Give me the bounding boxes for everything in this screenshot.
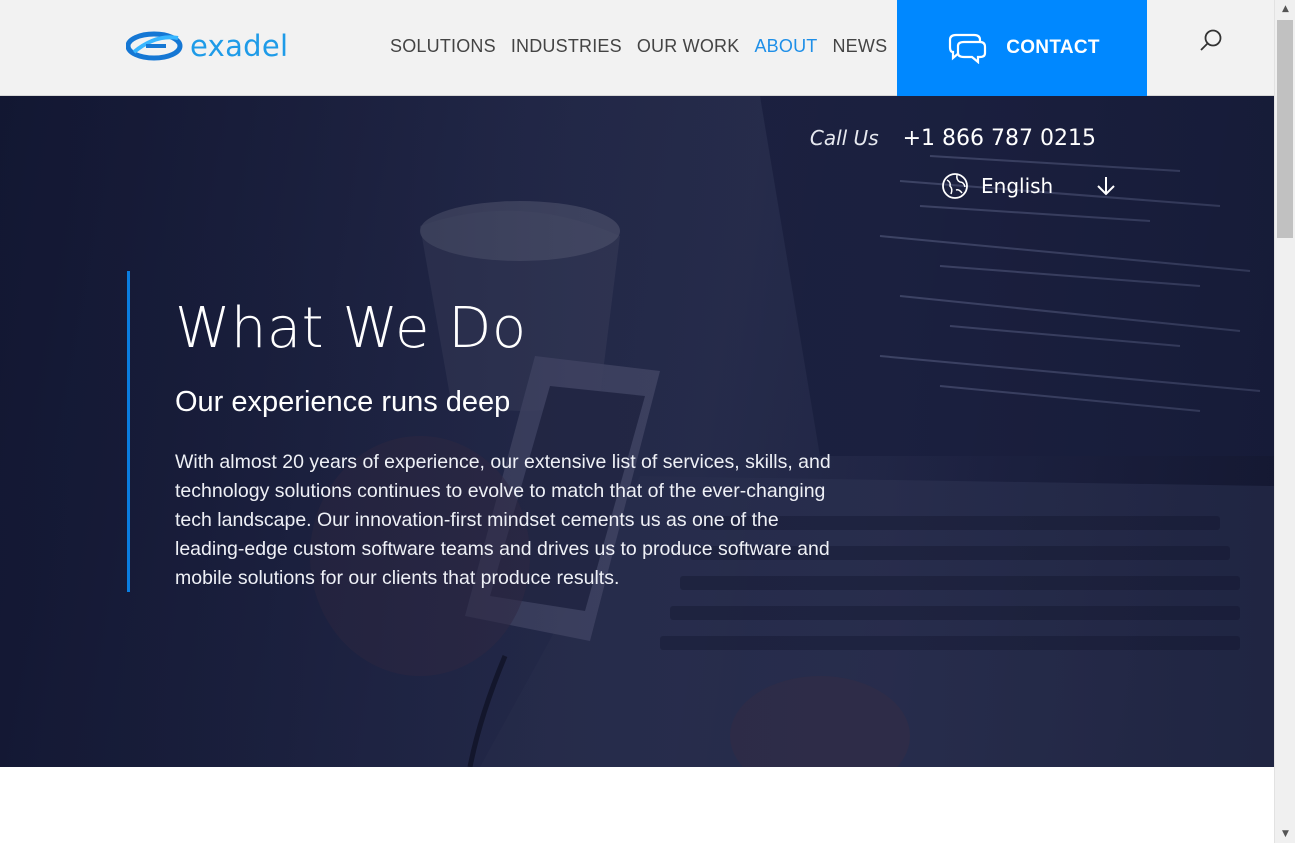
hero-description: With almost 20 years of experience, our …	[175, 451, 831, 589]
site-header: exadel SOLUTIONS INDUSTRIES OUR WORK ABO…	[0, 0, 1274, 96]
phone-number-link[interactable]: +1 866 787 0215	[903, 126, 1096, 151]
call-us: Call Us +1 866 787 0215	[810, 126, 1096, 151]
arrow-down-icon	[1097, 177, 1115, 196]
search-icon[interactable]	[1198, 28, 1224, 54]
logo-text: exadel	[190, 29, 289, 63]
contact-label: CONTACT	[1006, 37, 1100, 58]
language-label: English	[981, 174, 1054, 198]
main-nav: SOLUTIONS INDUSTRIES OUR WORK ABOUT NEWS	[390, 36, 887, 57]
globe-icon	[942, 173, 968, 199]
chat-bubbles-icon	[949, 33, 987, 64]
call-us-label: Call Us	[809, 126, 879, 150]
nav-our-work[interactable]: OUR WORK	[637, 36, 740, 57]
contact-button[interactable]: CONTACT	[897, 0, 1147, 96]
accent-bar	[127, 271, 130, 592]
vertical-scrollbar[interactable]: ▲ ▼	[1274, 0, 1295, 843]
nav-about[interactable]: ABOUT	[754, 36, 817, 57]
language-selector[interactable]: English	[941, 172, 1117, 200]
nav-solutions[interactable]: SOLUTIONS	[390, 36, 496, 57]
exadel-logo-icon	[126, 31, 183, 61]
page-title: What We Do	[175, 296, 527, 361]
scrollbar-thumb[interactable]	[1277, 20, 1293, 238]
logo[interactable]: exadel	[126, 28, 288, 64]
hero-section: Call Us +1 866 787 0215 English What We …	[0, 96, 1274, 767]
scroll-down-arrow-icon[interactable]: ▼	[1275, 825, 1295, 843]
scroll-up-arrow-icon[interactable]: ▲	[1275, 0, 1295, 18]
nav-industries[interactable]: INDUSTRIES	[511, 36, 622, 57]
page-subtitle: Our experience runs deep	[175, 386, 511, 418]
nav-news[interactable]: NEWS	[832, 36, 887, 57]
